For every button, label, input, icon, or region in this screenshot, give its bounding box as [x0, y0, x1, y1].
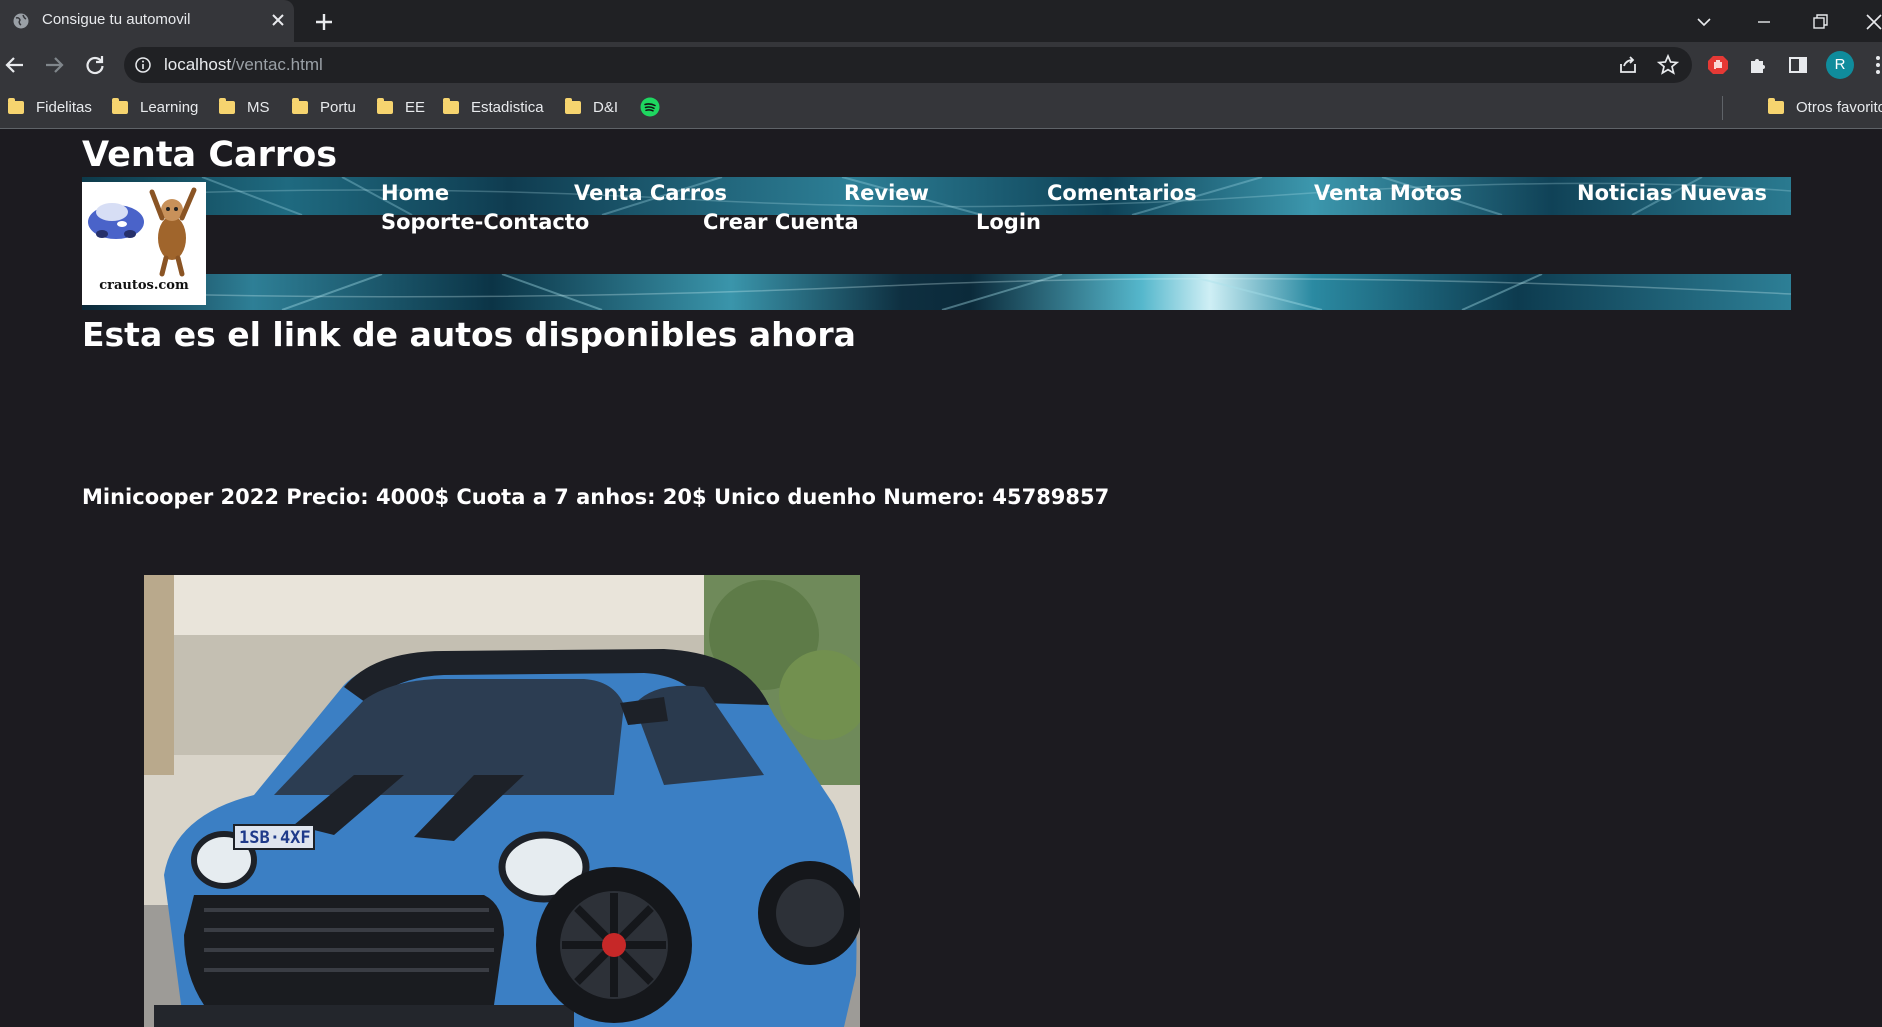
- network-pattern-top: [82, 177, 1791, 215]
- minimize-icon[interactable]: [1752, 10, 1776, 34]
- extensions-puzzle-icon[interactable]: [1746, 53, 1770, 77]
- nav-home[interactable]: Home: [381, 181, 449, 205]
- car-photo: 1SB·4XF: [144, 575, 860, 1027]
- forward-arrow-icon[interactable]: [41, 52, 67, 78]
- bookmark-label: EE: [405, 98, 426, 116]
- logo-text: crautos.com: [99, 278, 189, 293]
- nav-review[interactable]: Review: [844, 181, 929, 205]
- adblock-hand-icon[interactable]: [1706, 53, 1730, 77]
- browser-tab[interactable]: Consigue tu automovil: [0, 0, 294, 42]
- folder-icon: [8, 97, 24, 114]
- bookmark-estadistica[interactable]: Estadistica: [443, 96, 544, 118]
- new-tab-icon[interactable]: [312, 10, 336, 34]
- folder-icon: [443, 97, 459, 114]
- folder-icon: [292, 97, 308, 114]
- car-sloth-logo-image: [88, 187, 197, 277]
- folder-icon: [377, 97, 393, 114]
- url-host: localhost: [164, 55, 232, 74]
- page-heading: Esta es el link de autos disponibles aho…: [82, 315, 856, 354]
- nav-crear-cuenta[interactable]: Crear Cuenta: [703, 210, 859, 234]
- site-info-icon[interactable]: [134, 56, 152, 74]
- globe-icon: [13, 13, 29, 29]
- car-listing-text: Minicooper 2022 Precio: 4000$ Cuota a 7 …: [82, 485, 1110, 509]
- folder-icon: [112, 97, 128, 114]
- minicooper-image: 1SB·4XF: [144, 575, 860, 1027]
- bookmark-dandi[interactable]: D&I: [565, 96, 618, 118]
- url-path: /ventac.html: [231, 55, 323, 74]
- site-logo[interactable]: crautos.com: [82, 182, 206, 305]
- bookmark-other-favorites[interactable]: Otros favoritos: [1768, 96, 1882, 118]
- bookmark-ee[interactable]: EE: [377, 96, 425, 118]
- bookmark-fidelitas[interactable]: Fidelitas: [8, 96, 92, 118]
- reload-icon[interactable]: [82, 52, 108, 78]
- banner-bottom-strip: [82, 274, 1791, 310]
- side-panel-icon[interactable]: [1786, 53, 1810, 77]
- nav-comentarios[interactable]: Comentarios: [1047, 181, 1197, 205]
- spotify-icon[interactable]: [640, 97, 660, 117]
- bookmark-label: MS: [247, 98, 270, 116]
- bookmarks-bar: [0, 86, 1882, 129]
- tab-title: Consigue tu automovil: [42, 11, 191, 28]
- nav-venta-motos[interactable]: Venta Motos: [1314, 181, 1462, 205]
- page-content: Venta Carros crautos.com Home Venta Carr…: [0, 129, 1882, 1027]
- tab-search-icon[interactable]: [1692, 10, 1716, 34]
- url-text[interactable]: localhost/ventac.html: [164, 55, 323, 75]
- back-arrow-icon[interactable]: [2, 52, 28, 78]
- tab-strip: Consigue tu automovil: [0, 0, 1882, 42]
- bookmark-label: Estadistica: [471, 98, 544, 116]
- site-title: Venta Carros: [82, 135, 338, 175]
- star-bookmark-icon[interactable]: [1656, 53, 1680, 77]
- header-banner: [82, 177, 1791, 310]
- close-window-icon[interactable]: [1862, 10, 1882, 34]
- folder-icon: [565, 97, 581, 114]
- folder-icon: [1768, 97, 1784, 114]
- bookmark-label: Portu: [320, 98, 356, 116]
- nav-soporte-contacto[interactable]: Soporte-Contacto: [381, 210, 589, 234]
- menu-dots-icon[interactable]: [1866, 53, 1882, 77]
- bookmark-ms[interactable]: MS: [219, 96, 270, 118]
- nav-venta-carros[interactable]: Venta Carros: [574, 181, 727, 205]
- bookmark-divider: [1722, 96, 1723, 120]
- network-pattern-bottom: [82, 274, 1791, 310]
- bookmark-label: Learning: [140, 98, 199, 116]
- license-plate: 1SB·4XF: [239, 828, 311, 848]
- nav-login[interactable]: Login: [976, 210, 1041, 234]
- bookmark-learning[interactable]: Learning: [112, 96, 198, 118]
- profile-avatar[interactable]: R: [1826, 51, 1854, 79]
- folder-icon: [219, 97, 235, 114]
- address-bar[interactable]: [124, 47, 1692, 83]
- close-tab-icon[interactable]: [268, 10, 288, 30]
- nav-noticias-nuevas[interactable]: Noticias Nuevas: [1577, 181, 1767, 205]
- share-icon[interactable]: [1616, 53, 1640, 77]
- bookmark-portu[interactable]: Portu: [292, 96, 356, 118]
- restore-icon[interactable]: [1808, 10, 1832, 34]
- banner-top-strip: [82, 177, 1791, 215]
- banner-mid-strip: [82, 215, 1791, 274]
- bookmark-label: Otros favoritos: [1796, 98, 1882, 116]
- bookmark-label: D&I: [593, 98, 619, 116]
- bookmark-label: Fidelitas: [36, 98, 92, 116]
